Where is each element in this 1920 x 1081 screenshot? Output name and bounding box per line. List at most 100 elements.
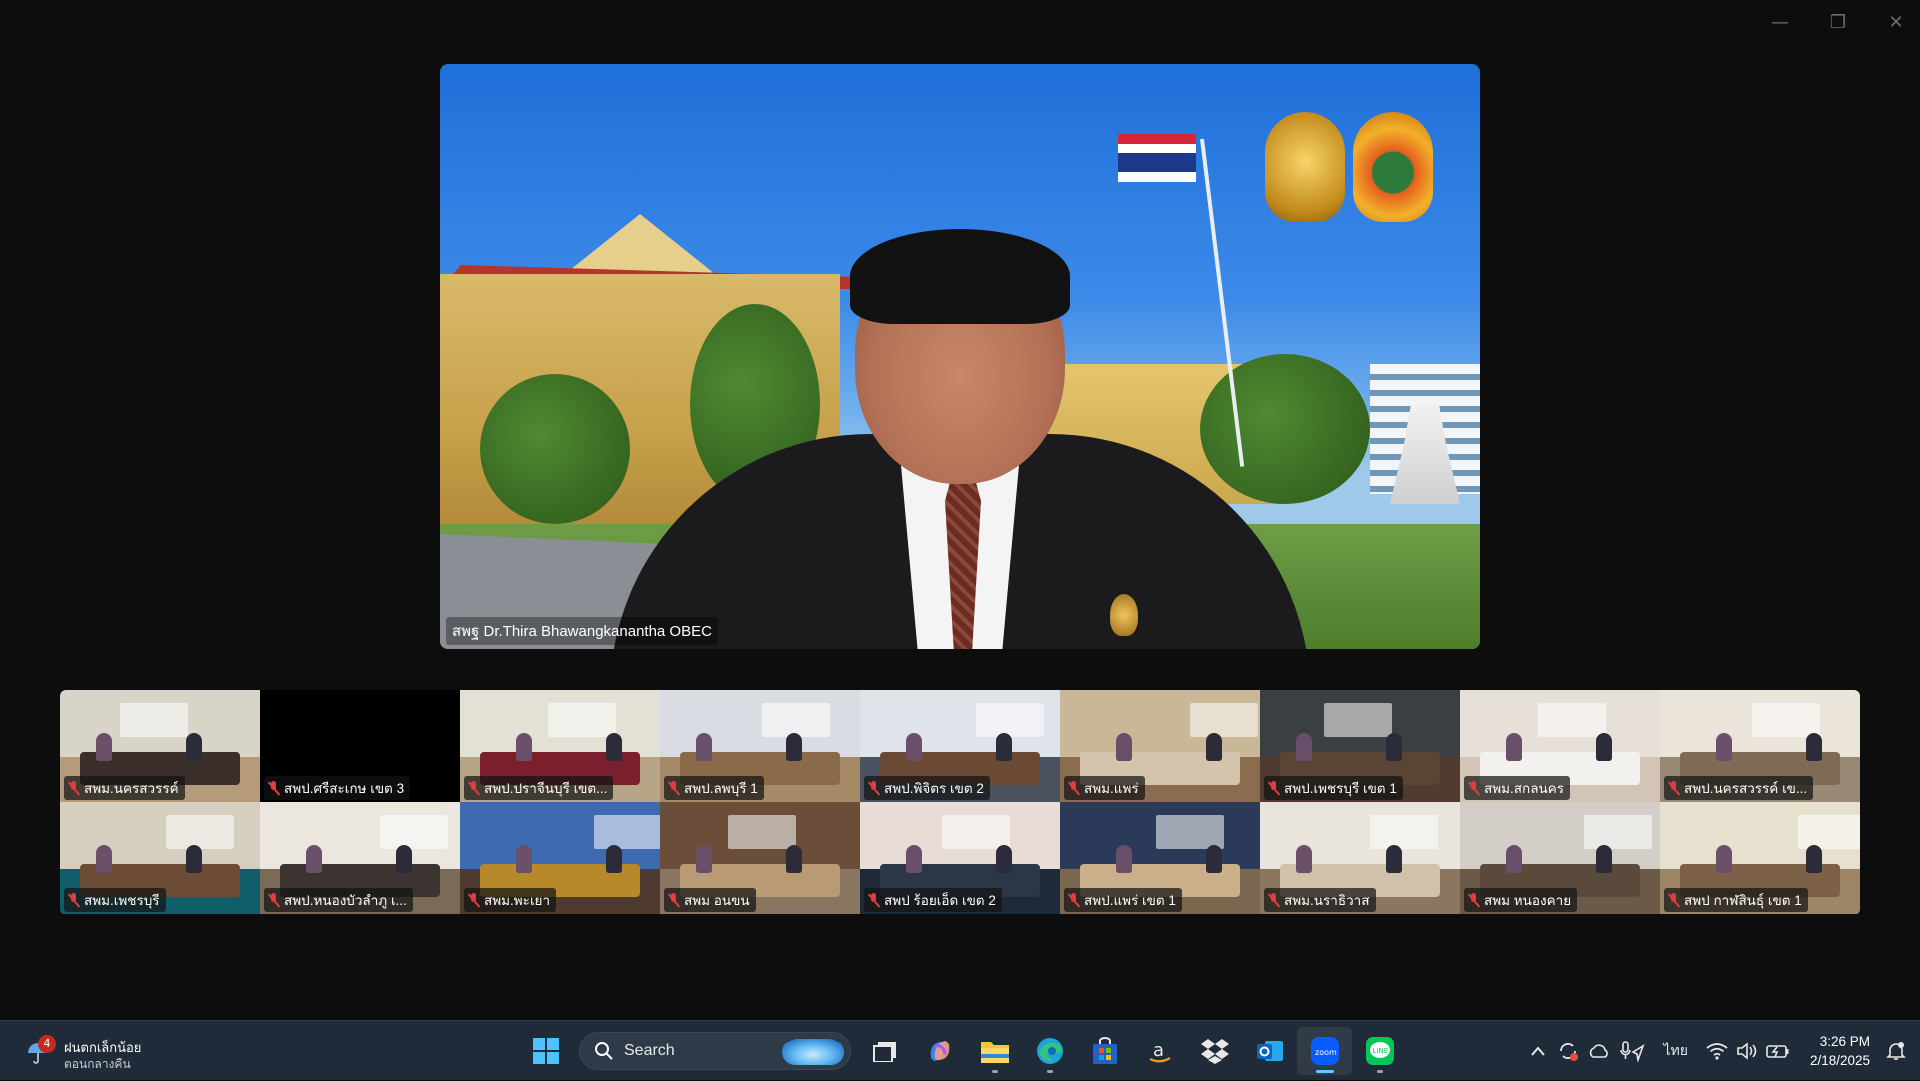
taskbar-search-box[interactable]: Search [579,1032,851,1070]
participant-tile[interactable]: สพม.สกลนคร [1460,690,1660,802]
participant-name: สพป ร้อยเอ็ด เขต 2 [884,893,996,908]
file-explorer-button[interactable] [967,1027,1022,1075]
tile-participant-figure [1596,732,1612,761]
amazon-button[interactable]: a [1132,1027,1187,1075]
edge-button[interactable] [1022,1027,1077,1075]
windows-logo-icon [532,1038,559,1064]
participant-tile[interactable]: สพป.แพร่ เขต 1 [1060,802,1260,914]
participant-tile[interactable]: สพป.พิจิตร เขต 2 [860,690,1060,802]
participant-tile[interactable]: สพม.พะเยา [460,802,660,914]
microsoft-store-button[interactable] [1077,1027,1132,1075]
participant-tile[interactable]: สพป.นครสวรรค์ เข... [1660,690,1860,802]
weather-alert-badge: 4 [38,1035,56,1053]
tile-participant-figure [1596,844,1612,873]
tile-room-banner [1584,815,1652,850]
mic-location-tray-button[interactable] [1615,1031,1649,1071]
tile-room-banner [1752,703,1820,738]
tile-participant-figure [1206,732,1222,761]
participant-name-label: สพม.พะเยา [464,888,557,912]
participant-tile[interactable]: สพป.ลพบุรี 1 [660,690,860,802]
participant-name-label: สพป.ลพบุรี 1 [664,776,764,800]
tile-participant-figure [516,732,532,761]
line-button[interactable]: LINE [1352,1027,1407,1075]
svg-text:zoom: zoom [1315,1048,1337,1057]
mic-muted-icon [68,893,79,907]
participant-tile[interactable]: สพป.ปราจีนบุรี เขต... [460,690,660,802]
show-hidden-icons-button[interactable] [1523,1031,1553,1071]
mic-muted-icon [1268,893,1279,907]
mic-muted-icon [268,893,279,907]
dropbox-button[interactable] [1187,1027,1242,1075]
battery-button[interactable] [1762,1031,1794,1071]
participant-tile[interactable]: สพป.เพชรบุรี เขต 1 [1260,690,1460,802]
participant-name: สพม อนขน [684,893,750,908]
input-language-button[interactable]: ไทย [1649,1031,1701,1071]
onedrive-tray-button[interactable] [1583,1031,1615,1071]
participant-name-label: สพป.แพร่ เขต 1 [1064,888,1182,912]
search-icon [595,1042,613,1060]
zoom-button[interactable]: zoom [1297,1027,1352,1075]
participant-tile[interactable]: สพม.แพร่ [1060,690,1260,802]
participant-name: สพป.แพร่ เขต 1 [1084,893,1176,908]
active-speaker-video[interactable]: สพฐ Dr.Thira Bhawangkanantha OBEC [440,64,1480,649]
participant-name-label: สพม.นครสวรรค์ [64,776,185,800]
participant-name: สพป.เพชรบุรี เขต 1 [1284,781,1397,796]
tile-participant-figure [516,844,532,873]
tile-participant-figure [786,732,802,761]
chevron-up-icon [1531,1046,1546,1056]
tile-participant-figure [1296,732,1312,761]
tile-participant-figure [186,844,202,873]
participant-name: สพป.นครสวรรค์ เข... [1684,781,1808,796]
restore-button[interactable]: ❐ [1828,12,1848,33]
tile-room-banner [380,815,448,850]
minimize-button[interactable]: — [1770,12,1790,33]
sync-icon [1560,1043,1579,1061]
participant-name-label: สพม.สกลนคร [1464,776,1570,800]
store-bag-icon [1092,1037,1117,1064]
mic-muted-icon [68,781,79,795]
task-view-button[interactable] [857,1027,912,1075]
tile-participant-figure [696,844,712,873]
tile-participant-figure [1506,844,1522,873]
tile-participant-figure [1386,844,1402,873]
obec-emblem-icon [1353,112,1433,222]
network-button[interactable] [1702,1031,1732,1071]
participant-name-label: สพป.หนองบัวลำภู เ... [264,888,413,912]
mic-muted-icon [468,781,479,795]
tile-participant-figure [996,844,1012,873]
dropbox-icon [1200,1039,1229,1064]
outlook-button[interactable] [1242,1027,1297,1075]
weather-widget[interactable]: 4 ฝนตกเล็กน้อย ตอนกลางคืน [22,1029,172,1073]
participant-name-label: สพป.พิจิตร เขต 2 [864,776,990,800]
running-indicator [1046,1070,1053,1073]
search-placeholder: Search [624,1042,675,1059]
close-button[interactable]: ✕ [1886,12,1906,33]
notification-center-button[interactable] [1882,1031,1920,1071]
participant-name-label: สพม.นราธิวาส [1264,888,1376,912]
participant-tile[interactable]: สพม.นครสวรรค์ [60,690,260,802]
participant-gallery: สพม.นครสวรรค์ สพป.ศรีสะเกษ เขต 3 สพป.ปราจี… [60,690,1860,915]
start-button[interactable] [518,1027,573,1075]
participant-tile[interactable]: สพป.ศรีสะเกษ เขต 3 [260,690,460,802]
participant-tile[interactable]: สพม.นราธิวาส [1260,802,1460,914]
participant-tile[interactable]: สพป.หนองบัวลำภู เ... [260,802,460,914]
weather-time-of-day: ตอนกลางคืน [64,1057,131,1071]
participant-name: สพม.นราธิวาส [1284,893,1370,908]
mic-muted-icon [1468,781,1479,795]
participant-tile[interactable]: สพป กาฬสินธุ์ เขต 1 [1660,802,1860,914]
taskbar-clock[interactable]: 3:26 PM 2/18/2025 [1794,1032,1882,1070]
notification-bell-icon [1886,1042,1906,1060]
participant-name: สพป.ศรีสะเกษ เขต 3 [284,781,405,796]
volume-button[interactable] [1732,1031,1762,1071]
participant-name: สพม หนองคาย [1484,893,1572,908]
participant-tile[interactable]: สพม หนองคาย [1460,802,1660,914]
participant-tile[interactable]: สพม.เพชรบุรี [60,802,260,914]
sync-tray-button[interactable] [1553,1031,1583,1071]
participant-tile[interactable]: สพป ร้อยเอ็ด เขต 2 [860,802,1060,914]
participant-tile[interactable]: สพม อนขน [660,802,860,914]
participant-name-label: สพป กาฬสินธุ์ เขต 1 [1664,888,1808,912]
copilot-button[interactable] [912,1027,967,1075]
folder-icon [980,1042,1009,1063]
tile-room-banner [1370,815,1438,850]
tile-room-banner [1798,815,1860,850]
